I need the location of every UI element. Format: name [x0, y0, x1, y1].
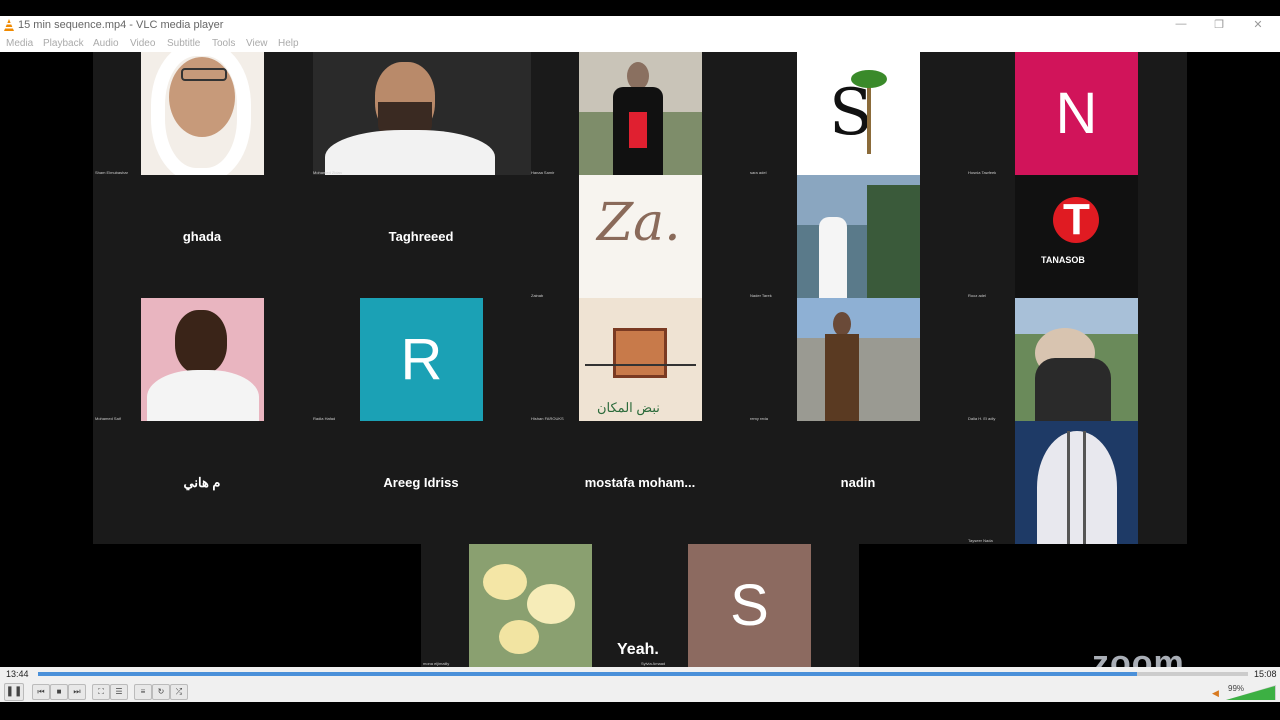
next-icon[interactable]: ⏭ [68, 684, 86, 700]
arabic-logo-text: نبض المكان [597, 400, 660, 415]
participant-logo-s-palm: S [797, 52, 920, 175]
close-icon[interactable]: ✕ [1250, 18, 1266, 31]
restore-icon[interactable]: ❐ [1211, 18, 1227, 31]
stop-icon[interactable]: ■ [50, 684, 68, 700]
small-name: Radia Hafad [313, 416, 336, 421]
small-name: Mohamed Zidan [313, 170, 342, 175]
participant-photo-man-white-shirt [141, 298, 264, 421]
participant-name-mostafa: mostafa moham... [584, 475, 696, 490]
za-logo-text: Za. [597, 193, 681, 253]
small-name: sara adel [750, 170, 767, 175]
small-name: Sham Elmubashar [95, 170, 128, 175]
menu-bar: Media Playback Audio Video Subtitle Tool… [0, 36, 1280, 52]
participant-photo-man-suit-street [797, 298, 920, 421]
menu-subtitle[interactable]: Subtitle [167, 38, 200, 49]
time-total: 15:08 [1254, 669, 1277, 679]
participant-logo-za: Za. [579, 175, 702, 298]
small-name: Hosnia Tawfeek [968, 170, 997, 175]
participant-name-m-hani: م هاني [183, 475, 221, 490]
avatar-initial: N [1055, 81, 1098, 146]
small-name: mona eljimaiily [423, 661, 450, 666]
participant-name-taghreeed: Taghreeed [388, 229, 454, 244]
seek-slider-fill[interactable] [38, 672, 1137, 676]
participant-photo-woman-garden [579, 52, 702, 175]
participant-photo-woman-fur-hood [1015, 298, 1138, 421]
menu-video[interactable]: Video [130, 38, 155, 49]
video-area[interactable]: Sham Elmubashar Mohamed Zidan Hanaa Sami… [0, 52, 1280, 667]
previous-icon[interactable]: ⏮ [32, 684, 50, 700]
minimize-icon[interactable]: — [1173, 18, 1189, 30]
participant-name-areeg: Areeg Idriss [383, 475, 459, 490]
menu-playback[interactable]: Playback [43, 38, 84, 49]
participant-video-man-beard [313, 52, 531, 175]
pause-icon[interactable]: ❚❚ [4, 683, 24, 701]
participant-avatar-n: N [1015, 52, 1138, 175]
participant-video-woman-hijab [141, 52, 264, 175]
participant-name-nadin: nadin [840, 475, 876, 490]
fullscreen-icon[interactable]: ⛶ [92, 684, 110, 700]
participant-avatar-r: R [360, 298, 483, 421]
t-logo-letter: T [1063, 195, 1090, 244]
shuffle-icon[interactable]: ⤮ [170, 684, 188, 700]
volume-slider[interactable] [1226, 685, 1276, 700]
small-name: Hanaa Samir [531, 170, 555, 175]
subtitle-caption: Yeah. [617, 641, 659, 658]
participant-grid: Sham Elmubashar Mohamed Zidan Hanaa Sami… [93, 52, 1187, 544]
small-name: Rooz adel [968, 293, 987, 298]
small-name: Hishan FAROUKS [531, 416, 564, 421]
participant-photo-woman-balcony [797, 175, 920, 298]
participant-logo-house: نبض المكان [579, 298, 702, 421]
menu-media[interactable]: Media [6, 38, 33, 49]
participant-grid-bottom: mona eljimaiily S Sylvia Amaad Yeah. [421, 544, 859, 667]
menu-tools[interactable]: Tools [212, 38, 235, 49]
small-name: Sylvia Amaad [641, 661, 666, 666]
menu-help[interactable]: Help [278, 38, 299, 49]
small-name: remy reda [750, 416, 769, 421]
time-current: 13:44 [6, 669, 29, 679]
small-name: Tayseer Nada [968, 538, 993, 543]
zoom-watermark: zoom [1092, 644, 1185, 667]
extended-settings-icon[interactable]: ☰ [110, 684, 128, 700]
participant-photo-flowers [469, 544, 592, 667]
small-name: Dalia H. El adly [968, 416, 996, 421]
vlc-cone-icon [4, 19, 14, 31]
small-name: Zainab [531, 293, 544, 298]
avatar-initial: R [400, 327, 443, 392]
tanasob-logo-text: TANASOB [1041, 255, 1085, 265]
small-name: Nader Tarek [750, 293, 772, 298]
participant-logo-tanasob: T TANASOB [1015, 175, 1138, 298]
title-bar: 15 min sequence.mp4 - VLC media player —… [0, 16, 1280, 36]
speaker-icon[interactable]: ◀ [1212, 688, 1219, 699]
menu-view[interactable]: View [246, 38, 268, 49]
small-name: Mohamed Saif [95, 416, 121, 421]
avatar-initial: S [730, 573, 769, 638]
menu-audio[interactable]: Audio [93, 38, 119, 49]
window-title: 15 min sequence.mp4 - VLC media player [18, 19, 224, 31]
loop-icon[interactable]: ↻ [152, 684, 170, 700]
control-bar [0, 681, 1280, 702]
participant-avatar-s: S [688, 544, 811, 667]
participant-name-ghada: ghada [182, 229, 222, 244]
participant-photo-tower [1015, 421, 1138, 544]
playlist-icon[interactable]: ≡ [134, 684, 152, 700]
